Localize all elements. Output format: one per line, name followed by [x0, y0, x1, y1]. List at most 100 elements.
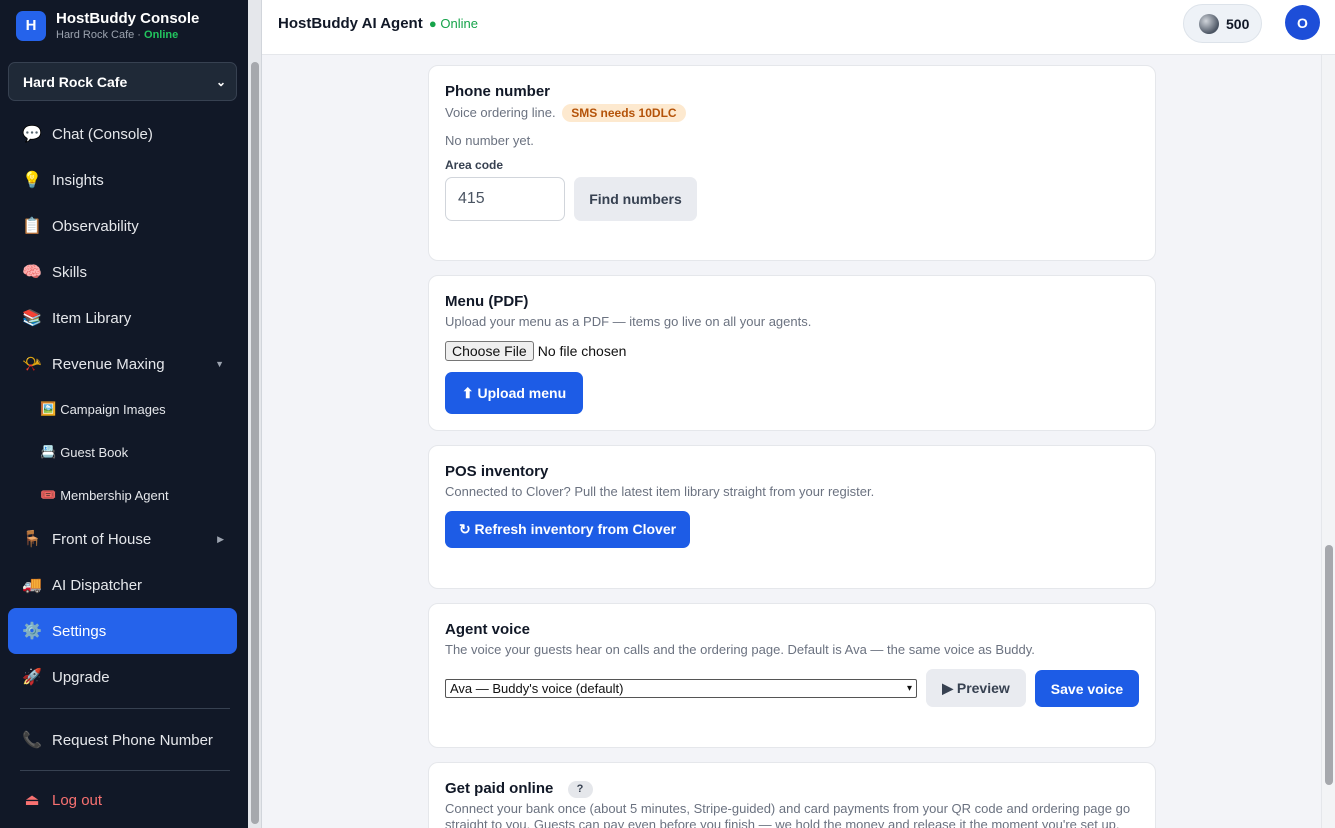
credits-count: 500	[1226, 15, 1250, 32]
sidebar-item-upgrade[interactable]: 🚀 Upgrade	[8, 654, 237, 700]
sidebar-subitem-label: Membership Agent	[60, 487, 169, 503]
card-title: POS inventory	[445, 463, 549, 480]
upload-menu-button[interactable]: ⬆ Upload menu	[445, 372, 583, 414]
chat-bubble-icon: 💬	[22, 126, 42, 143]
topbar: HostBuddy AI Agent ● Online 500 O	[262, 0, 1335, 55]
sidebar-item-ai-dispatcher[interactable]: 🚚 AI Dispatcher	[8, 562, 237, 608]
status-badge: SMS needs 10DLC	[562, 104, 686, 122]
page-scrollbar-thumb[interactable]	[1325, 545, 1333, 785]
coin-icon	[1199, 13, 1219, 34]
sidebar-scrollbar[interactable]	[248, 0, 262, 828]
caret-down-icon: ▼	[215, 359, 224, 369]
sidebar-item-label: Chat (Console)	[52, 125, 153, 143]
card-title: Get paid online ?	[445, 780, 593, 798]
sidebar-item-insights[interactable]: 💡 Insights	[8, 157, 237, 203]
sidebar-item-chat[interactable]: 💬 Chat (Console)	[8, 111, 237, 157]
card-description-line-2: straight to you. Guests can pay even bef…	[445, 817, 1120, 828]
sidebar-item-skills[interactable]: 🧠 Skills	[8, 249, 237, 295]
sidebar-subitem-campaign-images[interactable]: 🖼️ Campaign Images	[40, 389, 166, 429]
sidebar-item-label: Log out	[52, 791, 103, 809]
sidebar-divider	[20, 770, 230, 771]
logout-icon: ⏏	[24, 792, 40, 809]
brain-icon: 🧠	[22, 264, 42, 281]
sidebar-item-label: Insights	[52, 171, 104, 189]
chevron-down-icon: ⌄	[215, 74, 226, 89]
location-select-value: Hard Rock Cafe	[23, 73, 128, 90]
no-number-text: No number yet.	[445, 133, 534, 148]
phone-number-card: Phone number Voice ordering line. SMS ne…	[428, 65, 1156, 261]
sidebar-item-settings[interactable]: ⚙️ Settings	[8, 608, 237, 654]
sidebar-item-label: Skills	[52, 263, 88, 281]
lightbulb-icon: 💡	[22, 172, 42, 189]
sidebar-item-observability[interactable]: 📋 Observability	[8, 203, 237, 249]
brand[interactable]: H HostBuddy Console Hard Rock Cafe · Onl…	[16, 10, 199, 41]
file-status: No file chosen	[537, 343, 627, 359]
sidebar-item-revenue-maxing[interactable]: 📯 Revenue Maxing ▼	[8, 341, 237, 387]
page-title: HostBuddy AI Agent ● Online	[278, 15, 478, 32]
gear-icon: ⚙️	[22, 623, 42, 640]
sidebar-item-label: Item Library	[52, 309, 132, 327]
payments-card: Get paid online ? Connect your bank once…	[428, 762, 1156, 828]
sidebar-subitem-membership-agent[interactable]: 🎟️ Membership Agent	[40, 475, 169, 515]
sidebar-subitem-label: Campaign Images	[60, 401, 166, 417]
picture-icon: 🖼️	[40, 401, 57, 416]
voice-select[interactable]: Ava — Buddy's voice (default) ▾	[445, 679, 917, 698]
caret-right-icon: ▶	[217, 533, 224, 544]
menu-pdf-card: Menu (PDF) Upload your menu as a PDF — i…	[428, 275, 1156, 431]
card-title: Phone number	[445, 83, 551, 100]
sidebar-item-item-library[interactable]: 📚 Item Library	[8, 295, 237, 341]
chair-icon: 🪑	[22, 531, 42, 548]
agent-status: ● Online	[428, 16, 478, 31]
refresh-inventory-button[interactable]: ↻ Refresh inventory from Clover	[445, 511, 690, 548]
pos-inventory-card: POS inventory Connected to Clover? Pull …	[428, 445, 1156, 589]
sidebar-item-front-of-house[interactable]: 🪑 Front of House ▶	[8, 516, 237, 562]
card-index-icon: 📇	[40, 444, 57, 459]
choose-file-button[interactable]: Choose File	[445, 341, 534, 361]
brand-logo: H	[16, 10, 46, 41]
card-title: Agent voice	[445, 621, 531, 638]
sidebar-item-label: Front of House	[52, 530, 152, 548]
credits-badge[interactable]: 500	[1183, 4, 1262, 43]
sidebar-divider	[20, 708, 230, 709]
sidebar: H HostBuddy Console Hard Rock Cafe · Onl…	[0, 0, 248, 828]
sidebar-item-label: AI Dispatcher	[52, 576, 143, 594]
area-code-input[interactable]: 415	[445, 177, 565, 221]
books-icon: 📚	[22, 310, 42, 327]
chevron-down-icon: ▾	[906, 683, 912, 694]
voice-select-value: Ava — Buddy's voice (default)	[450, 681, 624, 696]
sidebar-item-label: Observability	[52, 217, 139, 235]
truck-icon: 🚚	[22, 577, 42, 594]
sidebar-item-request-phone-number[interactable]: 📞 Request Phone Number	[8, 717, 237, 763]
ticket-icon: 🎟️	[40, 487, 57, 502]
brand-title: HostBuddy Console	[56, 10, 200, 27]
brand-subtitle: Hard Rock Cafe · Online	[56, 29, 179, 41]
sidebar-scrollbar-thumb[interactable]	[251, 62, 259, 824]
sidebar-item-label: Request Phone Number	[52, 731, 213, 749]
area-code-label: Area code	[445, 158, 504, 172]
agent-voice-card: Agent voice The voice your guests hear o…	[428, 603, 1156, 748]
card-description: Connected to Clover? Pull the latest ite…	[445, 484, 875, 499]
avatar[interactable]: O	[1285, 5, 1320, 40]
page-scrollbar[interactable]	[1321, 55, 1335, 828]
clipboard-icon: 📋	[22, 218, 42, 235]
location-select[interactable]: Hard Rock Cafe ⌄	[8, 62, 237, 101]
file-input[interactable]: Choose File No file chosen	[445, 341, 626, 361]
sidebar-item-label: Revenue Maxing	[52, 355, 165, 373]
card-description: Voice ordering line. SMS needs 10DLC	[445, 104, 686, 122]
sidebar-item-label: Upgrade	[52, 668, 110, 686]
horn-icon: 📯	[22, 356, 42, 373]
sidebar-subitem-label: Guest Book	[60, 444, 129, 460]
help-icon[interactable]: ?	[567, 780, 593, 798]
rocket-icon: 🚀	[22, 669, 42, 686]
card-title: Menu (PDF)	[445, 293, 529, 310]
card-description-line-1: Connect your bank once (about 5 minutes,…	[445, 801, 1131, 816]
sidebar-item-label: Settings	[52, 622, 107, 640]
preview-voice-button[interactable]: ▶ Preview	[926, 669, 1026, 707]
card-description: The voice your guests hear on calls and …	[445, 642, 1035, 657]
save-voice-button[interactable]: Save voice	[1035, 670, 1139, 707]
sidebar-item-logout[interactable]: ⏏ Log out	[8, 777, 237, 823]
sidebar-subitem-guest-book[interactable]: 📇 Guest Book	[40, 432, 128, 472]
find-numbers-button[interactable]: Find numbers	[574, 177, 697, 221]
online-status: Online	[144, 29, 179, 41]
card-description: Upload your menu as a PDF — items go liv…	[445, 314, 812, 329]
